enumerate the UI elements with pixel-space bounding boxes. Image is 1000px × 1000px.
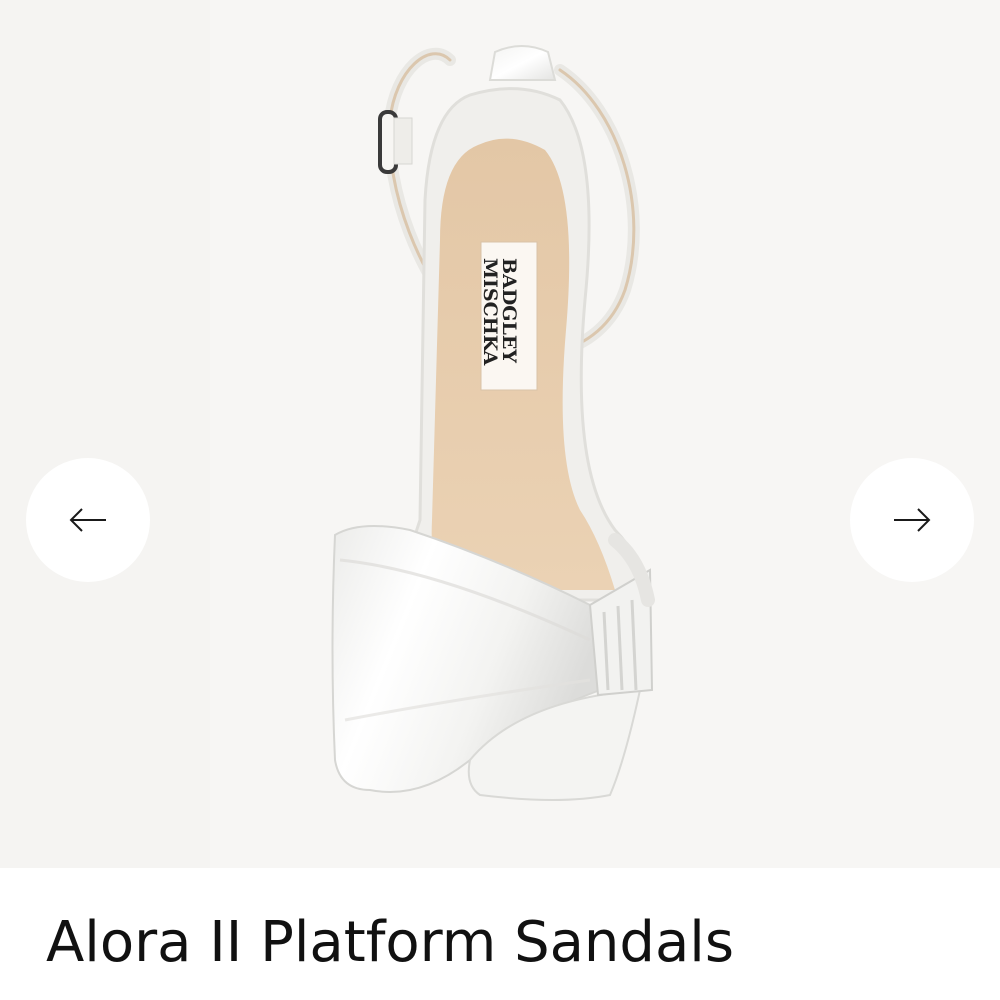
next-image-button[interactable] (850, 458, 974, 582)
svg-text:MISCHKA: MISCHKA (479, 258, 501, 365)
arrow-left-icon (69, 508, 106, 532)
product-title: Alora II Platform Sandals (46, 910, 735, 975)
product-image-gallery: BADGLEY MISCHKA (0, 0, 1000, 868)
product-image: BADGLEY MISCHKA (331, 45, 655, 801)
arrow-right-icon (894, 508, 931, 532)
previous-image-button[interactable] (26, 458, 150, 582)
